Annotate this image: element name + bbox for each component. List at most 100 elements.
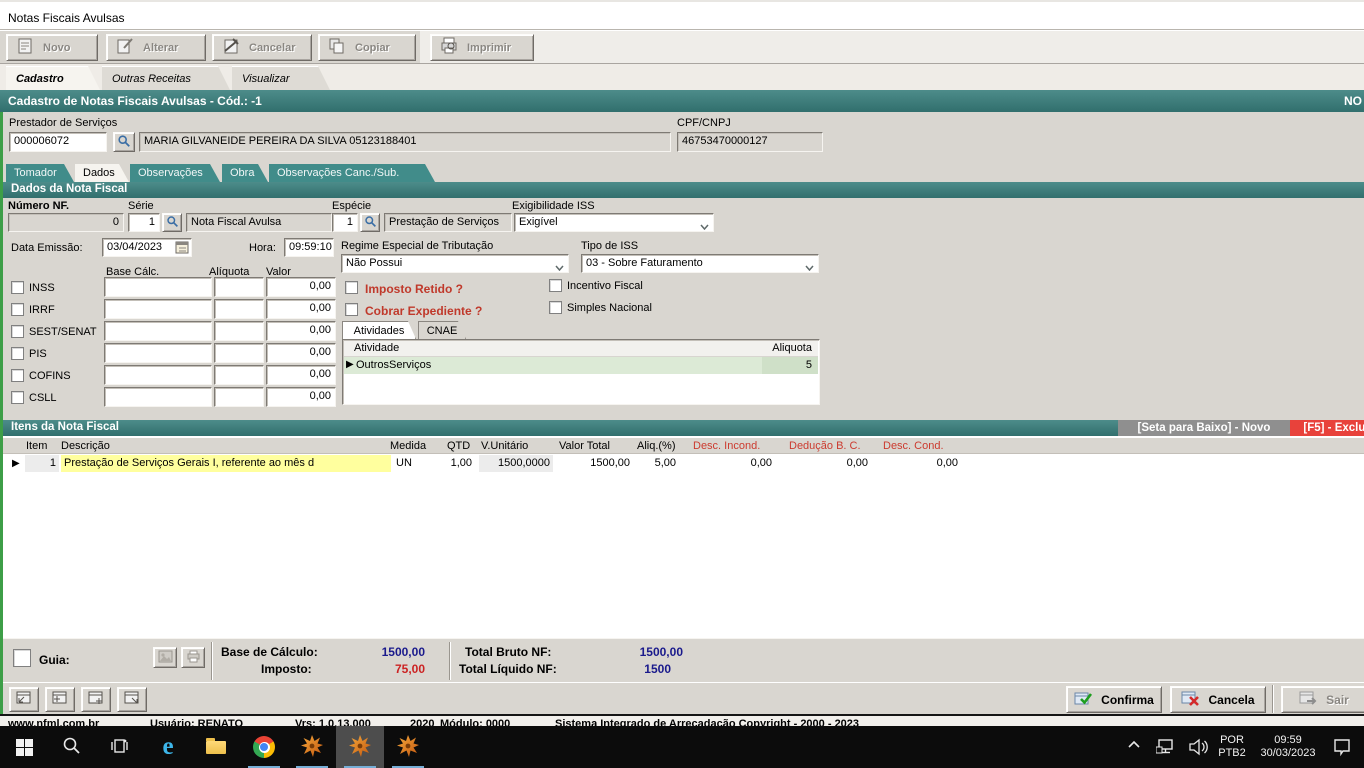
inss-valor-field[interactable]: 0,00	[266, 277, 336, 297]
csll-valor-field[interactable]: 0,00	[266, 387, 336, 407]
simples-nacional-checkbox[interactable]	[549, 301, 562, 314]
guia-checkbox[interactable]	[13, 649, 31, 667]
sest-senat-base-field[interactable]	[104, 321, 212, 341]
app-window-button-2-active[interactable]	[336, 726, 384, 768]
internet-explorer-button[interactable]: e	[144, 726, 192, 768]
pis-aliquota-field[interactable]	[214, 343, 264, 363]
data-emissao-label: Data Emissão:	[11, 242, 83, 254]
prestador-search-button[interactable]	[113, 132, 135, 152]
cofins-aliquota-field[interactable]	[214, 365, 264, 385]
tab-observacoes-canc-sub[interactable]: Observações Canc./Sub.	[269, 164, 435, 182]
inss-label: INSS	[29, 282, 55, 294]
row-marker-icon: ▶	[346, 359, 354, 370]
page-title: Cadastro de Notas Fiscais Avulsas - Cód.…	[8, 94, 262, 108]
cofins-checkbox[interactable]	[11, 369, 24, 382]
inss-base-field[interactable]	[104, 277, 212, 297]
toolbar-button-cancelar[interactable]: Cancelar	[212, 34, 312, 61]
prestador-section: Prestador de Serviços 000006072 MARIA GI…	[3, 112, 1364, 164]
numero-nf-field: 0	[8, 213, 124, 232]
tab-visualizar[interactable]: Visualizar	[232, 66, 330, 90]
tab-observacoes[interactable]: Observações	[130, 164, 220, 182]
copy-icon	[327, 37, 347, 58]
toolbar-button-imprimir[interactable]: Imprimir	[430, 34, 534, 61]
irrf-base-field[interactable]	[104, 299, 212, 319]
sest-senat-valor-field[interactable]: 0,00	[266, 321, 336, 341]
csll-base-field[interactable]	[104, 387, 212, 407]
tray-network[interactable]	[1156, 738, 1176, 759]
tab-cadastro[interactable]: Cadastro	[6, 66, 100, 90]
item-row[interactable]: ▶ 1 Prestação de Serviços Gerais I, refe…	[3, 455, 1364, 472]
tray-volume[interactable]	[1188, 738, 1210, 759]
csll-aliquota-field[interactable]	[214, 387, 264, 407]
irrf-valor-field[interactable]: 0,00	[266, 299, 336, 319]
inss-checkbox[interactable]	[11, 281, 24, 294]
toolbar-button-novo[interactable]: Novo	[6, 34, 98, 61]
especie-desc-field: Prestação de Serviços	[384, 213, 512, 232]
button-label: Sair	[1326, 693, 1349, 707]
app-window-button-1[interactable]	[288, 726, 336, 768]
taskbar-search-button[interactable]	[48, 726, 96, 768]
prestador-code-field[interactable]: 000006072	[9, 132, 107, 152]
atividade-row[interactable]: ▶ OutrosServiços 5	[344, 357, 818, 374]
especie-field[interactable]: 1	[332, 213, 358, 232]
chevron-down-icon	[555, 262, 564, 273]
tab-label: Observações	[138, 167, 203, 179]
tray-clock[interactable]: 09:59 30/03/2023	[1252, 734, 1324, 760]
data-emissao-field[interactable]: 03/04/2023	[102, 238, 192, 257]
chrome-button[interactable]	[240, 726, 288, 768]
app-window-button-3[interactable]	[384, 726, 432, 768]
cancela-button[interactable]: Cancela	[1170, 686, 1266, 713]
cofins-valor-field[interactable]: 0,00	[266, 365, 336, 385]
serie-search-button[interactable]	[162, 213, 182, 232]
incentivo-fiscal-checkbox[interactable]	[549, 279, 562, 292]
atividade-column-header: Atividade	[354, 342, 399, 354]
pis-base-field[interactable]	[104, 343, 212, 363]
action-center-button[interactable]	[1332, 737, 1352, 760]
cobrar-expediente-checkbox[interactable]	[345, 303, 358, 316]
guia-print-button[interactable]	[181, 647, 205, 668]
tab-obra[interactable]: Obra	[222, 164, 268, 182]
file-explorer-button[interactable]	[192, 726, 240, 768]
dados-section-header: Dados da Nota Fiscal	[3, 182, 1364, 198]
button-label: Cancela	[1208, 693, 1254, 707]
inss-aliquota-field[interactable]	[214, 277, 264, 297]
especie-search-button[interactable]	[360, 213, 380, 232]
cofins-base-field[interactable]	[104, 365, 212, 385]
toolbar-button-copiar[interactable]: Copiar	[318, 34, 416, 61]
record-nav-button-3[interactable]	[81, 687, 111, 712]
record-nav-button-4[interactable]	[117, 687, 147, 712]
tray-language[interactable]: POR PTB2	[1214, 734, 1250, 760]
window-titlebar: Notas Fiscais Avulsas	[0, 0, 1364, 30]
tab-atividades[interactable]: Atividades	[342, 321, 416, 339]
tipo-iss-select[interactable]: 03 - Sobre Faturamento	[581, 254, 819, 273]
status-bar: www.nfml.com.br Usuário: RENATO Vrs: 1.0…	[0, 714, 1364, 726]
hora-field[interactable]: 09:59:10	[284, 238, 334, 257]
start-button[interactable]	[0, 726, 48, 768]
irrf-aliquota-field[interactable]	[214, 299, 264, 319]
pis-checkbox[interactable]	[11, 347, 24, 360]
tab-outras-receitas[interactable]: Outras Receitas	[102, 66, 230, 90]
calendar-icon[interactable]	[175, 240, 190, 257]
regime-select[interactable]: Não Possui	[341, 254, 569, 273]
pis-valor-field[interactable]: 0,00	[266, 343, 336, 363]
tab-dados[interactable]: Dados	[75, 164, 129, 182]
exigibilidade-select[interactable]: Exigível	[514, 213, 714, 232]
sest-senat-aliquota-field[interactable]	[214, 321, 264, 341]
toolbar-button-alterar[interactable]: Alterar	[106, 34, 206, 61]
record-nav-button-2[interactable]	[45, 687, 75, 712]
csll-checkbox[interactable]	[11, 391, 24, 404]
tray-chevron-up[interactable]	[1126, 737, 1142, 756]
serie-field[interactable]: 1	[128, 213, 160, 232]
guia-view-button[interactable]	[153, 647, 177, 668]
task-view-button[interactable]	[96, 726, 144, 768]
tab-tomador[interactable]: Tomador	[6, 164, 74, 182]
record-nav-button-1[interactable]	[9, 687, 39, 712]
sair-button[interactable]: Sair	[1281, 686, 1364, 713]
confirma-button[interactable]: Confirma	[1066, 686, 1162, 713]
imposto-retido-checkbox[interactable]	[345, 281, 358, 294]
irrf-checkbox[interactable]	[11, 303, 24, 316]
sest-senat-checkbox[interactable]	[11, 325, 24, 338]
base-calculo-value: 1500,00	[343, 645, 425, 659]
toolbar-button-label: Cancelar	[249, 42, 295, 54]
tab-cnae[interactable]: CNAE	[418, 321, 466, 339]
